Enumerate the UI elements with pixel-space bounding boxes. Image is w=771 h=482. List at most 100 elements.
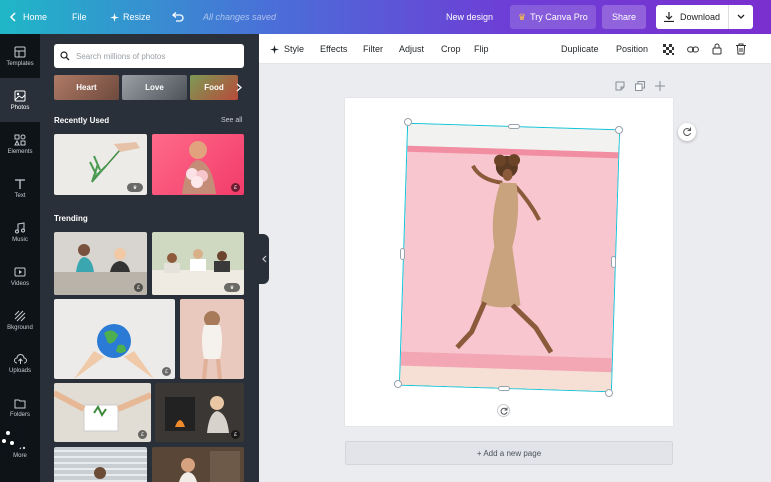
download-main[interactable]: Download: [656, 5, 730, 29]
rail-item-text[interactable]: Text: [0, 166, 40, 210]
elements-icon: [14, 134, 26, 145]
side-rail: Templates Photos Elements Text Music Vid…: [0, 34, 40, 482]
rail-item-videos[interactable]: Videos: [0, 254, 40, 298]
duplicate-button[interactable]: Duplicate: [561, 34, 599, 64]
flip-button[interactable]: Flip: [474, 34, 489, 64]
new-design-label: New design: [446, 12, 494, 22]
see-all-link[interactable]: See all: [221, 117, 242, 124]
duplicate-page-button[interactable]: [635, 78, 645, 96]
rotate-handle[interactable]: [497, 404, 510, 417]
photo-thumb[interactable]: £: [54, 232, 147, 295]
rail-label: More: [13, 452, 27, 459]
resize-handle-left[interactable]: [400, 248, 405, 260]
chevron-left-icon: [261, 255, 266, 263]
pro-badge: ♛: [224, 283, 240, 292]
photo-thumb[interactable]: [180, 299, 244, 379]
transparency-button[interactable]: [663, 34, 674, 64]
rail-label: Uploads: [8, 368, 31, 374]
pro-badge: ♛: [127, 183, 143, 192]
photo-thumb[interactable]: [152, 447, 244, 482]
chip-food[interactable]: Food: [190, 75, 238, 100]
duplicate-label: Duplicate: [561, 44, 599, 54]
photo-thumb[interactable]: [54, 447, 147, 482]
file-menu-button[interactable]: File: [72, 0, 87, 34]
rail-item-elements[interactable]: Elements: [0, 122, 40, 166]
rail-item-templates[interactable]: Templates: [0, 34, 40, 78]
chip-label: Food: [204, 83, 224, 92]
music-icon: [15, 221, 25, 233]
add-note-button[interactable]: [615, 78, 625, 96]
chip-heart[interactable]: Heart: [54, 75, 119, 100]
rail-item-uploads[interactable]: Uploads: [0, 342, 40, 386]
rail-label: Music: [12, 236, 28, 243]
home-button[interactable]: Home: [9, 0, 47, 34]
globe-hands-image: [74, 324, 154, 379]
rail-item-background[interactable]: Bkground: [0, 298, 40, 342]
trash-icon: [736, 43, 746, 55]
photo-thumb[interactable]: £: [54, 299, 175, 379]
cooking-image: [54, 390, 151, 432]
selected-photo[interactable]: [398, 122, 621, 393]
photo-thumb[interactable]: £: [54, 383, 151, 442]
chip-love[interactable]: Love: [122, 75, 187, 100]
download-options-button[interactable]: [729, 5, 753, 29]
resize-handle-top-left[interactable]: [404, 118, 412, 126]
photo-edit-toolbar: Style Effects Filter Adjust Crop Flip Du…: [259, 34, 771, 64]
refresh-icon: [683, 127, 691, 137]
page-tools: [615, 80, 665, 94]
photo-thumb[interactable]: £: [152, 134, 244, 195]
help-widget[interactable]: [0, 423, 24, 453]
photo-thumb[interactable]: ♛: [152, 232, 244, 295]
style-button[interactable]: Style: [270, 34, 304, 64]
new-design-button[interactable]: New design: [446, 0, 493, 34]
chips-next-button[interactable]: [233, 75, 245, 100]
top-bar: Home File Resize All changes saved New d…: [0, 0, 771, 34]
try-pro-button[interactable]: ♛ Try Canva Pro: [510, 5, 596, 29]
folder-icon: [14, 399, 26, 409]
download-button[interactable]: Download: [656, 5, 754, 29]
adjust-label: Adjust: [399, 44, 425, 54]
rail-item-music[interactable]: Music: [0, 210, 40, 254]
share-button[interactable]: Share: [602, 5, 647, 29]
refresh-button[interactable]: [678, 123, 696, 141]
photo-search-box[interactable]: [54, 44, 244, 68]
lock-button[interactable]: [712, 34, 722, 64]
free-badge: £: [231, 183, 240, 192]
effects-button[interactable]: Effects: [320, 34, 347, 64]
resize-handle-bottom-left[interactable]: [394, 380, 402, 388]
link-button[interactable]: [687, 34, 699, 64]
add-new-page-button[interactable]: + Add a new page: [345, 441, 673, 465]
position-label: Position: [616, 44, 649, 54]
rail-label: Folders: [9, 412, 30, 418]
adjust-button[interactable]: Adjust: [399, 34, 424, 64]
rail-label: Templates: [6, 60, 34, 67]
photo-search-input[interactable]: [76, 51, 236, 61]
resize-handle-bottom-right[interactable]: [605, 389, 613, 397]
add-page-button-small[interactable]: [655, 78, 665, 96]
home-label: Home: [23, 12, 48, 22]
rail-item-photos[interactable]: Photos: [0, 78, 40, 122]
dancer-image: [399, 123, 620, 392]
resize-label: Resize: [123, 12, 151, 22]
save-status-label: All changes saved: [203, 12, 277, 22]
delete-button[interactable]: [736, 34, 746, 64]
resize-handle-top-right[interactable]: [615, 126, 623, 134]
resize-handle-top[interactable]: [508, 124, 520, 129]
resize-handle-bottom[interactable]: [498, 386, 510, 391]
photo-thumb[interactable]: £: [155, 383, 244, 442]
download-label: Download: [680, 12, 721, 22]
download-icon: [664, 12, 674, 22]
resize-button[interactable]: Resize: [110, 0, 151, 34]
collapse-panel-button[interactable]: [259, 234, 269, 284]
free-badge: £: [134, 283, 143, 292]
undo-button[interactable]: [171, 0, 184, 34]
position-button[interactable]: Position: [616, 34, 648, 64]
photo-thumb[interactable]: ♛: [54, 134, 147, 195]
crop-label: Crop: [441, 44, 461, 54]
filter-button[interactable]: Filter: [363, 34, 383, 64]
crop-button[interactable]: Crop: [441, 34, 461, 64]
free-badge: £: [162, 367, 171, 376]
flip-label: Flip: [474, 44, 489, 54]
resize-handle-right[interactable]: [611, 256, 616, 268]
window-blinds-image: [54, 450, 147, 482]
